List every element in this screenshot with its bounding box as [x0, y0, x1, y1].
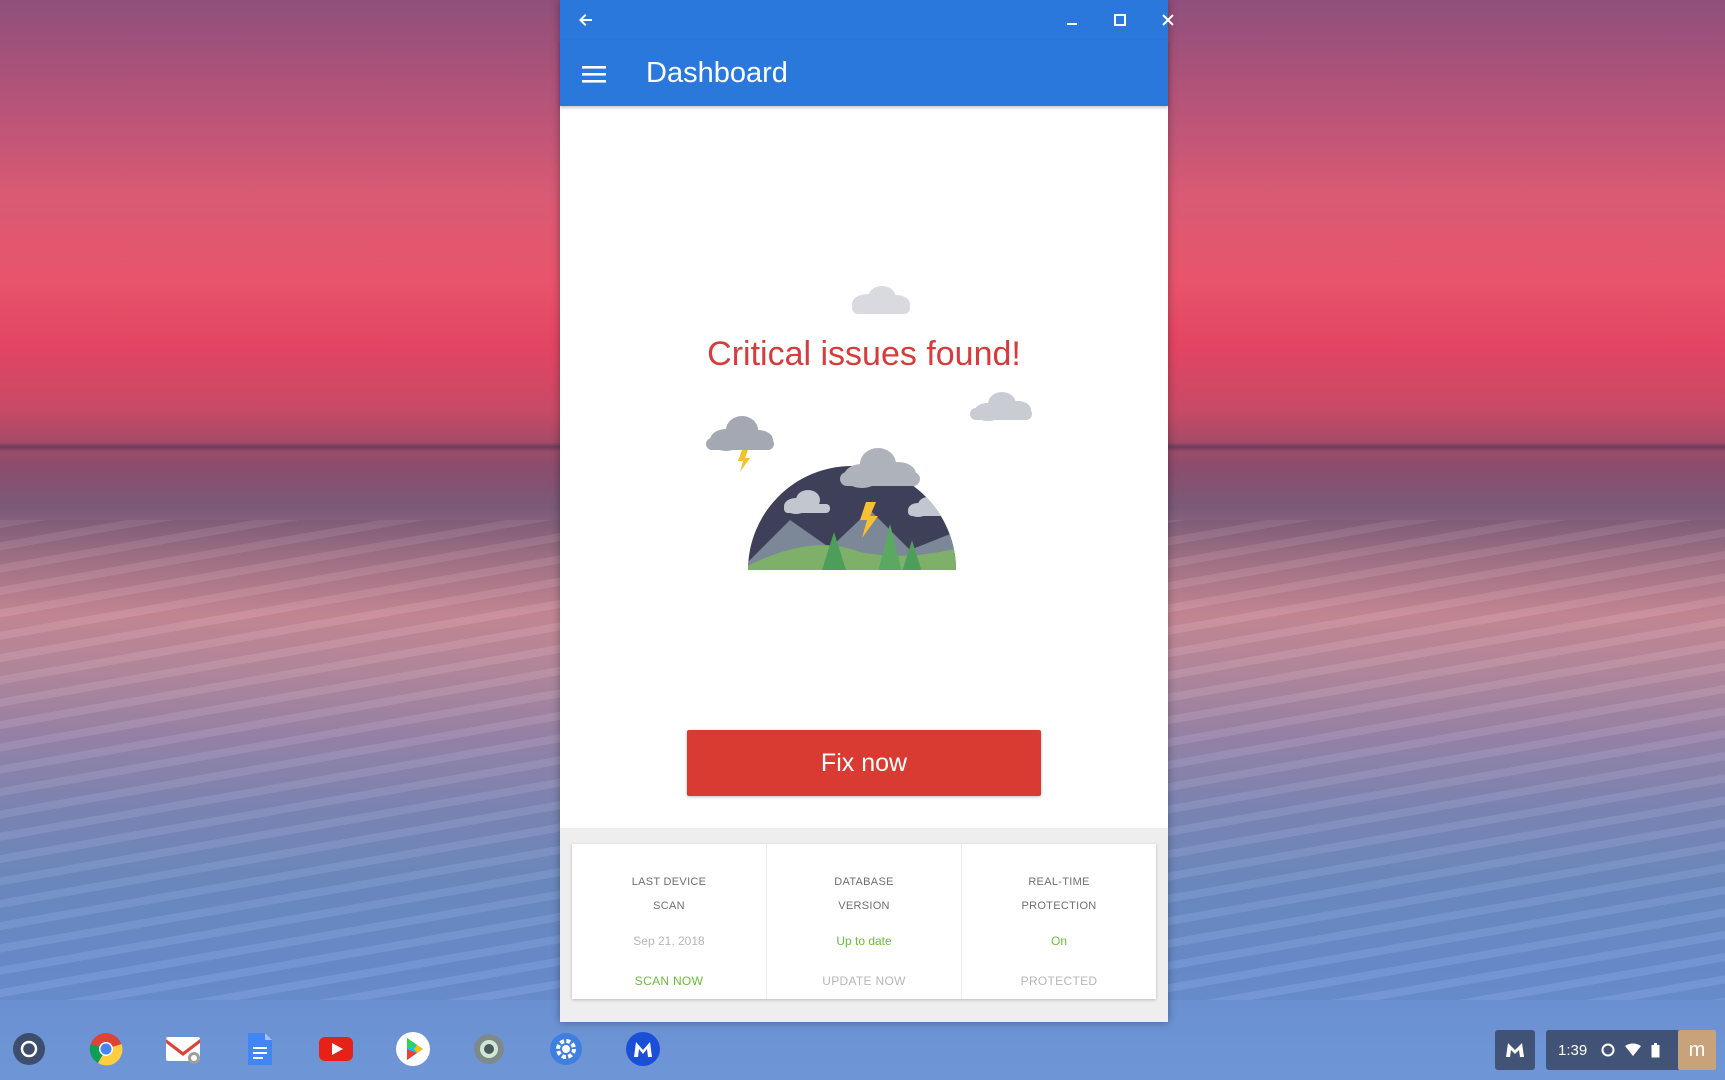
window-titlebar	[560, 0, 1174, 40]
youtube-icon	[319, 1037, 353, 1061]
gmail-icon	[166, 1037, 200, 1064]
storm-cloud-icon	[706, 416, 774, 472]
app-bar: Dashboard	[560, 40, 1168, 106]
malwarebytes-tray-button[interactable]	[1495, 1030, 1535, 1070]
database-version-label-line1: DATABASE	[834, 876, 894, 888]
real-time-protection-label-line2: PROTECTION	[1021, 900, 1097, 912]
minimize-icon	[1067, 23, 1077, 25]
launcher-button[interactable]	[6, 1026, 52, 1072]
status-card: LAST DEVICE SCAN Sep 21, 2018 SCAN NOW D…	[572, 844, 1156, 999]
app-window: Dashboard Critical issues found! Fix now…	[560, 0, 1174, 1022]
camera-icon	[474, 1034, 504, 1064]
scan-now-link[interactable]: SCAN NOW	[572, 974, 766, 988]
maximize-button[interactable]	[1100, 0, 1140, 40]
gmail-button[interactable]	[160, 1026, 206, 1072]
malwarebytes-icon	[626, 1032, 660, 1066]
gear-icon	[550, 1033, 582, 1065]
play-store-button[interactable]	[390, 1026, 436, 1072]
back-arrow-icon	[579, 14, 592, 26]
critical-issues-headline: Critical issues found!	[707, 335, 1021, 373]
chrome-icon	[89, 1033, 123, 1066]
storm-cloud-icon	[840, 448, 920, 488]
real-time-protection-label: REAL-TIME PROTECTION	[962, 870, 1156, 918]
docs-button[interactable]	[237, 1026, 283, 1072]
chrome-button[interactable]	[83, 1026, 129, 1072]
camera-button[interactable]	[466, 1026, 512, 1072]
fix-now-button[interactable]: Fix now	[687, 730, 1041, 796]
database-version-column: DATABASE VERSION Up to date UPDATE NOW	[766, 844, 961, 999]
last-scan-label: LAST DEVICE SCAN	[572, 870, 766, 918]
cloud-icon	[852, 286, 910, 314]
settings-button[interactable]	[543, 1026, 589, 1072]
database-version-label: DATABASE VERSION	[767, 870, 961, 918]
real-time-protection-column: REAL-TIME PROTECTION On PROTECTED	[961, 844, 1156, 999]
launcher-icon	[13, 1033, 45, 1065]
avatar[interactable]: m	[1678, 1030, 1716, 1070]
clock: 1:39	[1558, 1041, 1588, 1059]
last-scan-label-line1: LAST DEVICE	[631, 876, 707, 888]
close-button[interactable]	[1148, 0, 1188, 40]
status-card-area: LAST DEVICE SCAN Sep 21, 2018 SCAN NOW D…	[560, 828, 1168, 1022]
docs-icon	[248, 1033, 272, 1065]
real-time-protection-label-line1: REAL-TIME	[1028, 876, 1090, 888]
last-scan-label-line2: SCAN	[653, 900, 685, 912]
back-button[interactable]	[566, 0, 606, 40]
cloud-icon	[970, 392, 1032, 421]
status-tray[interactable]: 1:39	[1546, 1030, 1686, 1070]
network-icon	[1601, 1043, 1615, 1057]
update-now-link[interactable]: UPDATE NOW	[767, 974, 961, 988]
maximize-icon	[1114, 14, 1126, 26]
page-title: Dashboard	[646, 57, 788, 89]
storm-illustration	[706, 286, 1032, 570]
close-icon	[1162, 14, 1174, 26]
database-version-value: Up to date	[836, 934, 892, 948]
play-store-icon	[396, 1032, 430, 1066]
malwarebytes-button[interactable]	[620, 1026, 666, 1072]
menu-button[interactable]	[574, 54, 614, 94]
youtube-button[interactable]	[313, 1026, 359, 1072]
real-time-protection-value: On	[1050, 934, 1067, 948]
malwarebytes-icon	[1506, 1043, 1524, 1057]
minimize-button[interactable]	[1052, 0, 1092, 40]
last-scan-column: LAST DEVICE SCAN Sep 21, 2018 SCAN NOW	[572, 844, 766, 999]
battery-icon	[1651, 1042, 1660, 1057]
hamburger-menu-icon	[582, 66, 606, 83]
database-version-label-line2: VERSION	[838, 900, 890, 912]
protected-status: PROTECTED	[1020, 974, 1098, 988]
last-scan-value: Sep 21, 2018	[633, 934, 705, 948]
wifi-icon	[1625, 1043, 1642, 1056]
